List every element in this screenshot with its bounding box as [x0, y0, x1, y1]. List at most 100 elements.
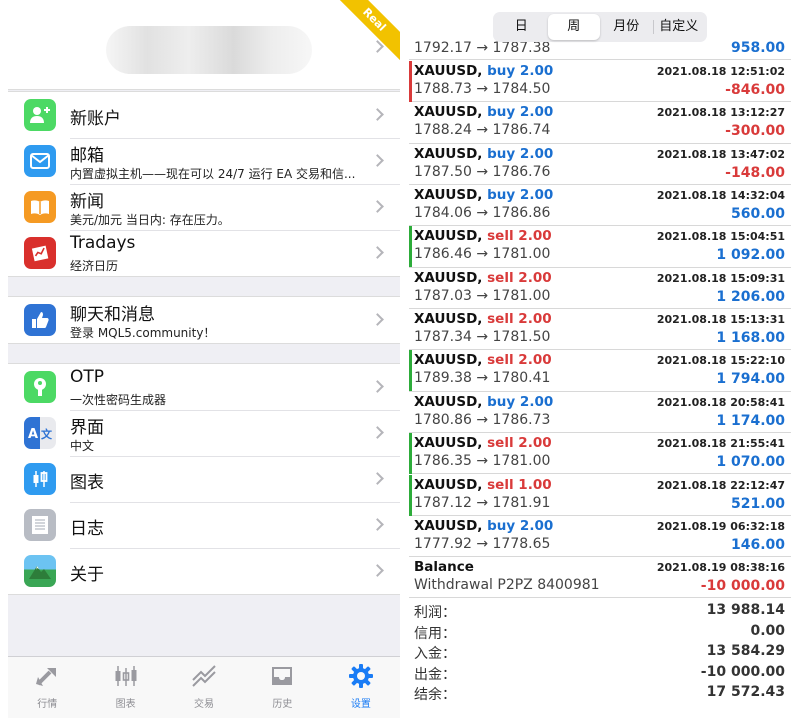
- segment-custom[interactable]: 自定义: [652, 14, 706, 40]
- chevron-right-icon: [371, 200, 384, 213]
- summary-value: 0.00: [750, 622, 785, 639]
- chevron-right-icon: [371, 564, 384, 577]
- deal-symbol-line: XAUUSD, buy 2.00: [414, 394, 553, 410]
- tradays-calendar-icon: [24, 237, 56, 269]
- deal-symbol-line: XAUUSD, sell 2.00: [414, 435, 552, 451]
- row-title: OTP: [70, 367, 105, 387]
- summary-row-balance: 结余： 17 572.43: [409, 682, 791, 703]
- deal-profit: -10 000.00: [700, 578, 785, 595]
- deal-row[interactable]: XAUUSD, buy 2.00 2021.08.18 13:47:02 1787.…: [409, 144, 791, 185]
- deal-prices: 1786.46 → 1781.00: [414, 246, 551, 263]
- settings-row-journal[interactable]: 日志: [8, 502, 400, 548]
- deal-datetime: 2021.08.18 14:32:04: [656, 189, 785, 203]
- summary-label: 结余：: [414, 687, 456, 703]
- deal-symbol: XAUUSD,: [414, 104, 483, 121]
- settings-row-chat[interactable]: 聊天和消息 登录 MQL5.community！: [8, 297, 400, 343]
- deal-prices: 1787.50 → 1786.76: [414, 163, 551, 180]
- period-segmented-control: 日 周 月份 自定义: [493, 12, 707, 42]
- row-title: 日志: [70, 519, 104, 539]
- deal-volume: 2.00: [518, 435, 552, 452]
- settings-row-tradays[interactable]: Tradays 经济日历: [8, 230, 400, 276]
- deal-row[interactable]: XAUUSD, buy 2.00 2021.08.18 20:58:41 1780.…: [409, 392, 791, 434]
- deal-volume: 2.00: [518, 269, 552, 286]
- tab-label: 图表: [115, 699, 136, 710]
- deal-datetime: 2021.08.18 12:51:02: [656, 65, 785, 78]
- deal-row[interactable]: XAUUSD, sell 2.00 2021.08.18 15:09:31 1787…: [409, 268, 791, 310]
- segment-day[interactable]: 日: [495, 14, 548, 40]
- quotes-arrows-icon: [8, 657, 86, 695]
- deal-row[interactable]: XAUUSD, sell 1.00 2021.08.18 22:12:47 1787…: [409, 474, 791, 516]
- deal-prices: 1777.92 → 1778.65: [414, 535, 551, 552]
- deal-prices: 1787.34 → 1781.50: [414, 329, 551, 346]
- deal-row[interactable]: XAUUSD, buy 2.00 2021.08.18 14:32:04 1784.…: [409, 185, 791, 227]
- deal-symbol-line: XAUUSD, buy 2.00: [414, 187, 553, 203]
- chevron-right-icon: [371, 472, 384, 485]
- deal-row[interactable]: XAUUSD, sell 2.00 2021.08.18 15:13:31 1787…: [409, 309, 791, 351]
- settings-row-news[interactable]: 新闻 美元/加元 当日内: 存在压力。: [8, 184, 400, 230]
- tab-trade[interactable]: 交易: [165, 657, 243, 718]
- summary-row-credit: 信用： 0.00: [409, 621, 791, 642]
- row-subtitle: 经济日历: [70, 259, 119, 273]
- trade-chart-icon: [165, 657, 243, 695]
- deal-symbol-line: XAUUSD, sell 1.00: [414, 477, 552, 493]
- deal-prices: 1787.03 → 1781.00: [414, 287, 551, 304]
- deal-symbol: XAUUSD,: [414, 393, 483, 410]
- deal-indicator-bar: [409, 226, 412, 268]
- history-summary: 利润： 13 988.14 信用： 0.00 入金： 13 584.29 出金： -10…: [409, 600, 791, 703]
- deal-profit: -148.00: [725, 164, 785, 181]
- segment-week[interactable]: 周: [547, 14, 600, 40]
- deal-symbol-line: XAUUSD, buy 2.00: [414, 518, 553, 534]
- settings-group-accounts: 新账户 邮箱 内置虚拟主机——现在可以 24/7 运行 EA 交易和信... 新…: [8, 91, 400, 277]
- settings-row-otp[interactable]: OTP 一次性密码生成器: [8, 364, 400, 410]
- deal-row[interactable]: XAUUSD, buy 2.00 2021.08.18 12:51:02 1788.…: [409, 61, 791, 103]
- summary-value: 13 584.29: [706, 643, 785, 659]
- settings-row-charts[interactable]: 图表: [8, 456, 400, 502]
- settings-group-community: 聊天和消息 登录 MQL5.community！: [8, 296, 400, 344]
- row-title: 新账户: [70, 109, 121, 129]
- news-book-icon: [24, 191, 56, 223]
- summary-value: 13 988.14: [706, 602, 785, 618]
- tab-charts[interactable]: 图表: [86, 657, 164, 718]
- summary-label: 利润：: [414, 605, 456, 621]
- settings-row-new-account[interactable]: 新账户: [8, 92, 400, 138]
- tab-history[interactable]: 历史: [243, 657, 321, 718]
- row-title: 邮箱: [70, 146, 104, 166]
- deal-prices: 1789.38 → 1780.41: [414, 370, 551, 387]
- settings-gear-icon: [322, 657, 400, 695]
- deal-profit: 1 092.00: [716, 247, 785, 264]
- settings-row-about[interactable]: 关于: [8, 548, 400, 594]
- deal-volume: 2.00: [519, 187, 554, 204]
- deal-row[interactable]: XAUUSD, sell 2.00 2021.08.18 15:04:51 1786…: [409, 226, 791, 268]
- deal-volume: 2.00: [518, 352, 552, 369]
- balance-row[interactable]: Balance 2021.08.19 08:38:16 Withdrawal P2P…: [409, 557, 791, 599]
- deal-datetime: 2021.08.18 15:09:31: [656, 271, 785, 285]
- tab-settings[interactable]: 设置: [322, 657, 400, 718]
- deal-volume: 2.00: [519, 393, 554, 410]
- account-info-redacted: [106, 26, 312, 74]
- row-subtitle: 美元/加元 当日内: 存在压力。: [70, 213, 230, 227]
- settings-row-interface[interactable]: A文 界面 中文: [8, 410, 400, 456]
- account-header[interactable]: Real: [8, 0, 400, 90]
- deal-volume: 2.00: [518, 228, 552, 245]
- segment-month[interactable]: 月份: [600, 14, 653, 40]
- deal-row[interactable]: XAUUSD, sell 2.00 2021.08.18 21:55:41 1786…: [409, 433, 791, 475]
- settings-group-app: OTP 一次性密码生成器 A文 界面 中文 图表 日志 关于: [8, 363, 400, 595]
- language-icon: A文: [24, 417, 56, 449]
- deal-symbol-line: XAUUSD, sell 2.00: [414, 270, 552, 286]
- deal-row[interactable]: XAUUSD, sell 2.00 2021.08.18 15:22:10 1789…: [409, 350, 791, 392]
- deal-symbol-line: XAUUSD, buy 2.00: [414, 63, 553, 79]
- tab-label: 历史: [272, 699, 293, 710]
- deal-profit: -300.00: [725, 123, 785, 140]
- deal-row[interactable]: XAUUSD, buy 2.00 2021.08.19 06:32:18 1777.…: [409, 516, 791, 558]
- deal-side: buy: [487, 393, 516, 410]
- deal-side: buy: [487, 517, 516, 534]
- deal-row[interactable]: XAUUSD, buy 2.00 2021.08.18 13:12:27 1788.…: [409, 102, 791, 144]
- chevron-right-icon: [371, 313, 384, 326]
- about-mountain-icon: [24, 555, 56, 587]
- journal-icon: [24, 509, 56, 541]
- deal-indicator-bar: [409, 433, 412, 475]
- deal-profit: 1 794.00: [716, 371, 785, 388]
- tab-quotes[interactable]: 行情: [8, 657, 86, 718]
- settings-row-mail[interactable]: 邮箱 内置虚拟主机——现在可以 24/7 运行 EA 交易和信...: [8, 138, 400, 184]
- deal-datetime: 2021.08.18 15:13:31: [656, 313, 785, 327]
